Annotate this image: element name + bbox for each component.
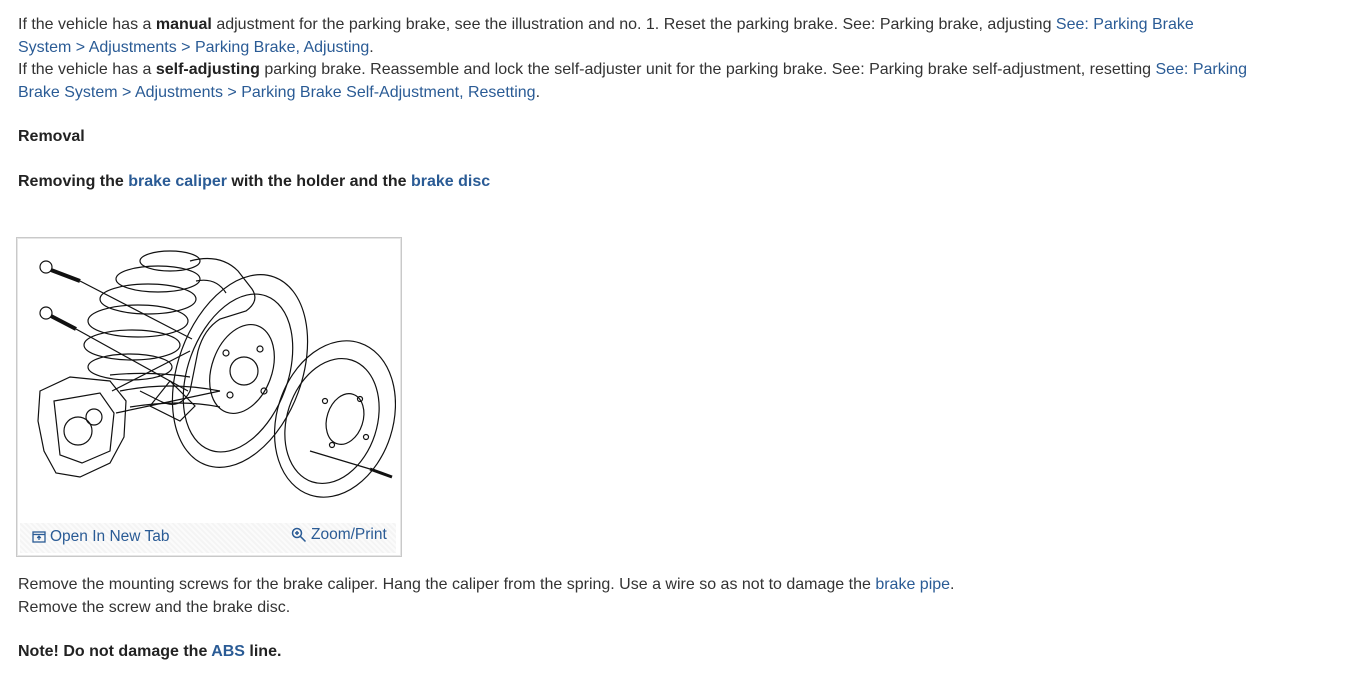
brake-caliper-link[interactable]: brake caliper — [128, 173, 227, 190]
step-remove-caliper: Remove the mounting screws for the brake… — [18, 574, 1248, 597]
text: with the holder and the — [226, 172, 411, 190]
article-body: If the vehicle has a manual adjustment f… — [18, 14, 1248, 193]
text: parking brake. Reassemble and lock the s… — [259, 61, 1156, 78]
text: . — [369, 38, 374, 56]
zoom-icon — [291, 527, 307, 543]
abs-note: Note! Do not damage the ABS line. — [18, 641, 1248, 664]
figure-toolbar: Open In New Tab Zoom/Print — [20, 523, 396, 553]
step-remove-disc: Remove the screw and the brake disc. — [18, 598, 291, 616]
coil-spring-drawing — [83, 250, 201, 381]
text: line. — [244, 643, 282, 660]
open-in-new-tab-button[interactable]: Open In New Tab — [32, 528, 169, 546]
new-tab-icon — [32, 531, 46, 543]
procedure-subheading: Removing the brake caliper with the hold… — [18, 171, 1248, 194]
text: . — [535, 83, 541, 101]
text: Remove the mounting screws for the brake… — [18, 576, 876, 593]
removal-heading: Removal — [18, 128, 85, 145]
bold-self-adjusting: self-adjusting — [155, 61, 260, 78]
brake-disc-drawing — [273, 340, 397, 498]
bold-manual: manual — [155, 16, 212, 33]
brake-pipe-link[interactable]: brake pipe — [875, 576, 950, 593]
text: . — [950, 576, 955, 593]
procedure-steps: Remove the mounting screws for the brake… — [18, 574, 1248, 664]
text: If the vehicle has a — [18, 16, 156, 33]
manual-adjustment-paragraph: If the vehicle has a manual adjustment f… — [18, 14, 1248, 59]
self-adjusting-paragraph: If the vehicle has a self-adjusting park… — [18, 59, 1248, 104]
text: adjustment for the parking brake, see th… — [211, 16, 1056, 33]
abs-link[interactable]: ABS — [211, 643, 245, 660]
text: Note! Do not damage the — [18, 643, 212, 660]
text: Removing the — [18, 172, 129, 190]
open-in-new-tab-label: Open In New Tab — [50, 528, 170, 545]
brake-caliper-drawing — [37, 350, 221, 478]
brake-assembly-illustration[interactable] — [20, 241, 397, 523]
brake-disc-link[interactable]: brake disc — [411, 173, 490, 190]
zoom-print-button[interactable]: Zoom/Print — [291, 526, 387, 544]
zoom-print-label: Zoom/Print — [311, 526, 387, 543]
text: If the vehicle has a — [18, 61, 156, 78]
illustration-figure: Open In New Tab Zoom/Print — [16, 237, 402, 557]
